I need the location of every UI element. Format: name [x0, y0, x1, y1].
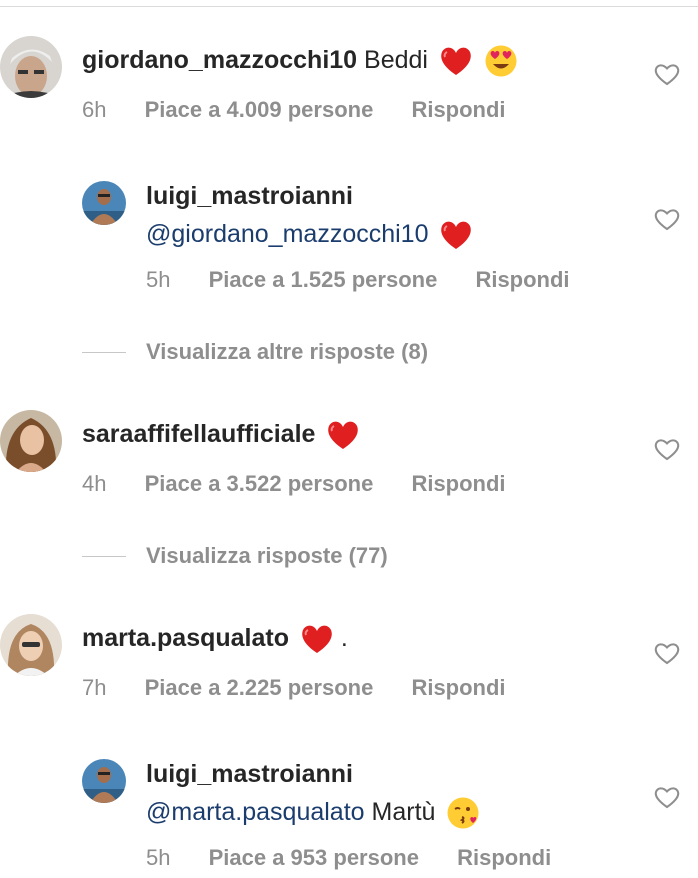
view-replies-label: Visualizza altre risposte (8)	[146, 339, 429, 364]
view-replies-label: Visualizza risposte (77)	[146, 543, 388, 568]
like-heart-icon[interactable]	[654, 62, 680, 86]
view-replies-button[interactable]: Visualizza risposte (77)	[82, 541, 388, 571]
comment-time: 5h	[146, 267, 171, 292]
comment-time: 5h	[146, 845, 171, 870]
like-heart-icon[interactable]	[654, 785, 680, 809]
likes-count-link[interactable]: Piace a 2.225 persone	[145, 674, 374, 702]
red-heart-emoji-icon	[300, 622, 334, 656]
comment-username[interactable]: marta.pasqualato	[82, 624, 289, 652]
kissing-heart-emoji-icon	[446, 796, 480, 830]
reply-link[interactable]: Rispondi	[475, 266, 569, 294]
like-heart-icon[interactable]	[654, 641, 680, 665]
view-more-replies-button[interactable]: Visualizza altre risposte (8)	[82, 337, 428, 367]
red-heart-emoji-icon	[439, 218, 473, 252]
comment-time: 4h	[82, 471, 107, 496]
comment-username[interactable]: giordano_mazzocchi10	[82, 46, 357, 74]
mention-link[interactable]: @marta.pasqualato	[146, 798, 365, 826]
divider-dash	[82, 555, 126, 557]
mention-link[interactable]: @giordano_mazzocchi10	[146, 220, 428, 248]
likes-count-link[interactable]: Piace a 1.525 persone	[209, 266, 438, 294]
red-heart-emoji-icon	[439, 44, 473, 78]
comment-text: Beddi	[364, 46, 428, 74]
likes-count-link[interactable]: Piace a 953 persone	[209, 844, 419, 872]
avatar[interactable]	[82, 181, 126, 225]
divider-dash	[82, 351, 126, 353]
likes-count-link[interactable]: Piace a 3.522 persone	[145, 470, 374, 498]
reply-link[interactable]: Rispondi	[411, 470, 505, 498]
like-heart-icon[interactable]	[654, 437, 680, 461]
comment-text: Martù	[371, 798, 436, 826]
red-heart-emoji-icon	[326, 418, 360, 452]
avatar[interactable]	[0, 614, 62, 676]
comment-time: 6h	[82, 97, 107, 122]
comment-username[interactable]: luigi_mastroianni	[146, 182, 353, 210]
reply-link[interactable]: Rispondi	[411, 674, 505, 702]
reply-link[interactable]: Rispondi	[411, 96, 505, 124]
comment-text: .	[340, 624, 348, 652]
like-heart-icon[interactable]	[654, 207, 680, 231]
avatar[interactable]	[82, 759, 126, 803]
avatar[interactable]	[0, 410, 62, 472]
top-divider	[0, 6, 698, 7]
comment-time: 7h	[82, 675, 107, 700]
likes-count-link[interactable]: Piace a 4.009 persone	[145, 96, 374, 124]
avatar[interactable]	[0, 36, 62, 98]
heart-eyes-emoji-icon	[484, 44, 518, 78]
comment-username[interactable]: luigi_mastroianni	[146, 760, 353, 788]
reply-link[interactable]: Rispondi	[457, 844, 551, 872]
comment-username[interactable]: saraaffifellaufficiale	[82, 420, 315, 448]
